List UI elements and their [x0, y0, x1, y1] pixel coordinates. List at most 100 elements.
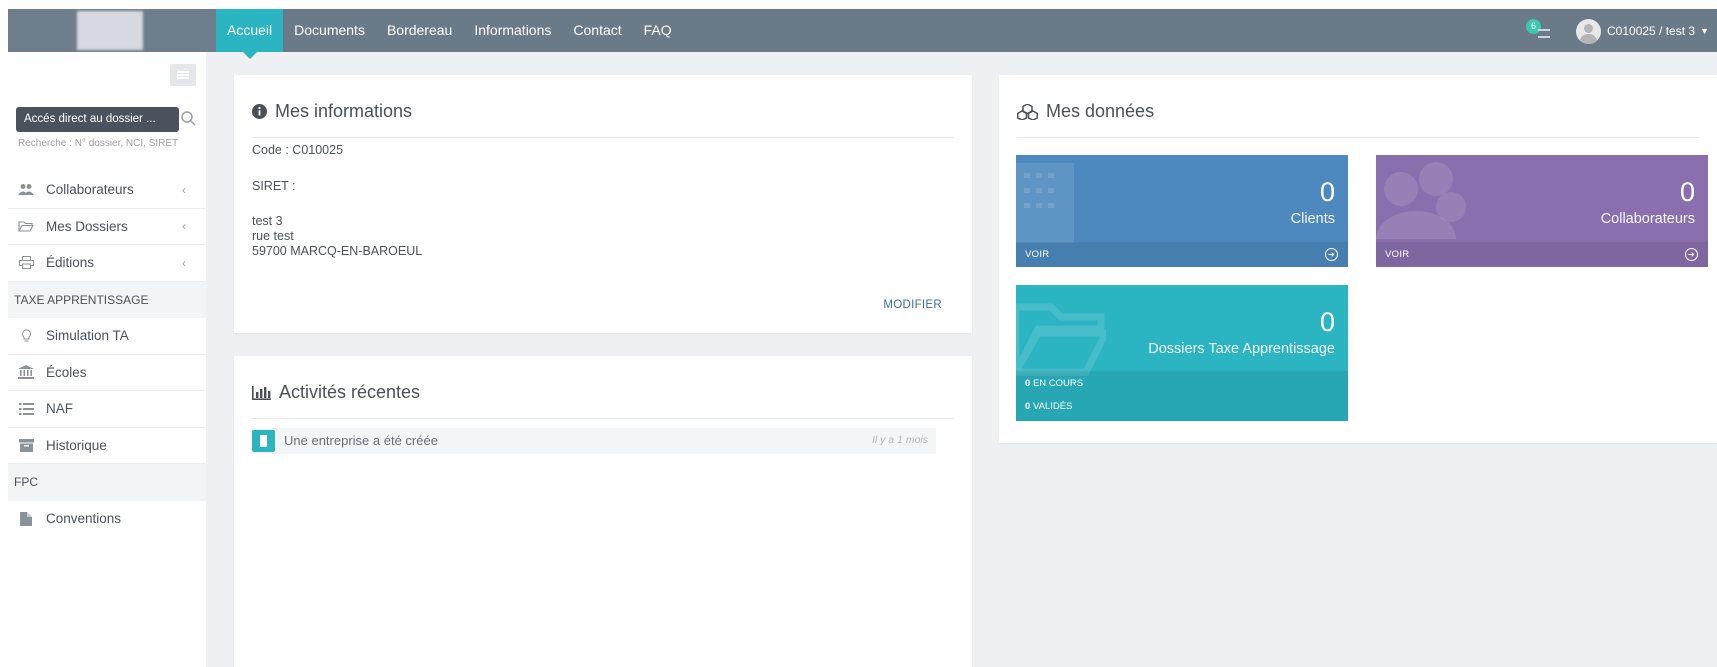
info-address-line: test 3 [252, 214, 283, 228]
data-panel-title: Mes données [1017, 101, 1154, 122]
logo[interactable] [77, 11, 143, 50]
sidebar-item-naf[interactable]: NAF [8, 391, 206, 428]
sidebar-item-simulation-ta[interactable]: Simulation TA [8, 318, 206, 355]
nav-contact[interactable]: Contact [562, 9, 632, 52]
logo-area [8, 9, 216, 52]
en-cours-status[interactable]: 0 EN COURS [1025, 378, 1083, 389]
sidebar-item-label: Écoles [46, 364, 87, 380]
data-title-text: Mes données [1046, 101, 1155, 121]
user-menu[interactable]: C010025 / test 3 ▼ [1576, 18, 1709, 44]
section-fpc: FPC [8, 464, 206, 501]
sidebar-item-ecoles[interactable]: Écoles [8, 355, 206, 391]
chevron-left-icon: ‹ [182, 182, 186, 197]
activities-panel-title: Activités récentes [252, 382, 420, 403]
nav-accueil[interactable]: Accueil [216, 9, 284, 59]
archive-icon [18, 438, 34, 452]
en-cours-count: 0 [1025, 378, 1031, 389]
divider [252, 137, 954, 138]
users-icon [18, 183, 34, 197]
sidebar-item-label: Collaborateurs [46, 182, 134, 198]
activities-title-text: Activités récentes [279, 382, 421, 402]
list-icon [18, 402, 34, 416]
dossiers-ta-tile[interactable]: 0 Dossiers Taxe Apprentissage 0 EN COURS… [1016, 285, 1348, 421]
lightbulb-icon [18, 329, 34, 343]
clients-count: 0 [1319, 177, 1335, 207]
sidebar-item-label: Mes Dossiers [46, 218, 128, 234]
collaborateurs-count: 0 [1679, 177, 1695, 207]
view-link-label: VOIR [1385, 249, 1410, 260]
sidebar-item-conventions[interactable]: Conventions [8, 501, 206, 538]
clients-label: Clients [1290, 211, 1335, 227]
en-cours-label: EN COURS [1032, 378, 1084, 389]
sidebar-item-label: Simulation TA [46, 328, 129, 344]
modify-button[interactable]: MODIFIER [883, 299, 942, 311]
tasks-icon [1538, 29, 1550, 38]
dossiers-label: Dossiers Taxe Apprentissage [1148, 341, 1335, 357]
activity-text: Une entreprise a été créée [284, 433, 438, 448]
users-bg-icon [1376, 162, 1466, 239]
dossiers-count: 0 [1319, 307, 1335, 337]
valides-label: VALIDÉS [1032, 401, 1073, 412]
clients-tile[interactable]: 0 Clients VOIR ➜ [1016, 155, 1348, 267]
avatar [1576, 18, 1601, 44]
nav-informations[interactable]: Informations [463, 9, 562, 52]
top-bar: Accueil Documents Bordereau Informations… [8, 9, 1717, 59]
info-panel: Mes informations Code : C010025 SIRET : … [234, 75, 972, 333]
app-frame: Accueil Documents Bordereau Informations… [8, 9, 1717, 667]
activity-item[interactable]: Une entreprise a été créée Il y a 1 mois [252, 428, 936, 454]
info-code: Code : C010025 [252, 143, 344, 157]
chevron-left-icon: ‹ [182, 255, 186, 270]
nav-documents[interactable]: Documents [283, 9, 376, 52]
sidebar-item-label: NAF [46, 401, 73, 417]
sidebar-item-collaborateurs[interactable]: Collaborateurs ‹ [8, 172, 206, 209]
file-icon [18, 511, 34, 526]
sidebar-item-historique[interactable]: Historique [8, 428, 206, 464]
user-label: C010025 / test 3 [1607, 24, 1696, 38]
sidebar-toggle-button[interactable] [170, 64, 196, 86]
sidebar-item-label: Historique [46, 437, 107, 453]
building-icon [252, 430, 275, 452]
chevron-down-icon: ▼ [1700, 26, 1709, 36]
search-hint: Recherche : N° dossier, NCI, SIRET [18, 138, 179, 149]
valides-status[interactable]: 0 VALIDÉS [1025, 401, 1072, 412]
sidebar: Accés direct au dossier ... Recherche : … [8, 52, 206, 667]
data-panel: Mes données 0 Clients VOIR ➜ 0 Collabora… [999, 75, 1717, 443]
section-taxe-apprentissage: TAXE APPRENTISSAGE [8, 281, 206, 318]
nav-bordereau[interactable]: Bordereau [376, 9, 463, 52]
collaborateurs-label: Collaborateurs [1600, 211, 1695, 227]
collaborateurs-tile[interactable]: 0 Collaborateurs VOIR ➜ [1376, 155, 1708, 267]
divider [1017, 137, 1699, 138]
sidebar-menu: Collaborateurs ‹ Mes Dossiers ‹ Éditions… [8, 172, 206, 537]
sidebar-item-mes-dossiers[interactable]: Mes Dossiers ‹ [8, 209, 206, 245]
activity-time: Il y a 1 mois [871, 434, 928, 446]
dossier-search-input[interactable]: Accés direct au dossier ... [16, 107, 179, 132]
info-address-line: 59700 MARCQ-EN-BAROEUL [252, 244, 423, 258]
arrow-circle-right-icon: ➜ [1685, 248, 1698, 261]
activities-panel: Activités récentes Une entreprise a été … [234, 356, 972, 667]
chevron-left-icon: ‹ [182, 219, 186, 234]
building-bg-icon [1016, 163, 1074, 243]
cubes-icon [1017, 103, 1038, 120]
main-nav: Accueil Documents Bordereau Informations… [216, 9, 683, 59]
bank-icon [18, 365, 34, 380]
search-icon[interactable] [179, 109, 199, 129]
dossiers-status-footer: 0 EN COURS 0 VALIDÉS [1016, 371, 1348, 421]
folder-open-icon [18, 219, 34, 233]
nav-faq[interactable]: FAQ [633, 9, 683, 52]
view-link-label: VOIR [1025, 249, 1050, 260]
clients-view-link[interactable]: VOIR ➜ [1016, 242, 1348, 267]
info-siret: SIRET : [252, 179, 296, 193]
sidebar-item-label: Conventions [46, 511, 122, 527]
sidebar-item-editions[interactable]: Éditions ‹ [8, 245, 206, 282]
bar-chart-icon [252, 385, 271, 400]
divider [252, 418, 954, 419]
print-icon [18, 256, 34, 270]
sidebar-item-label: Éditions [46, 255, 95, 271]
collaborateurs-view-link[interactable]: VOIR ➜ [1376, 242, 1708, 267]
info-title-text: Mes informations [275, 101, 413, 121]
arrow-circle-right-icon: ➜ [1325, 248, 1338, 261]
info-panel-title: Mes informations [252, 101, 412, 122]
notifications-button[interactable]: 6 [1526, 19, 1552, 43]
info-circle-icon [252, 104, 267, 119]
valides-count: 0 [1025, 401, 1031, 412]
